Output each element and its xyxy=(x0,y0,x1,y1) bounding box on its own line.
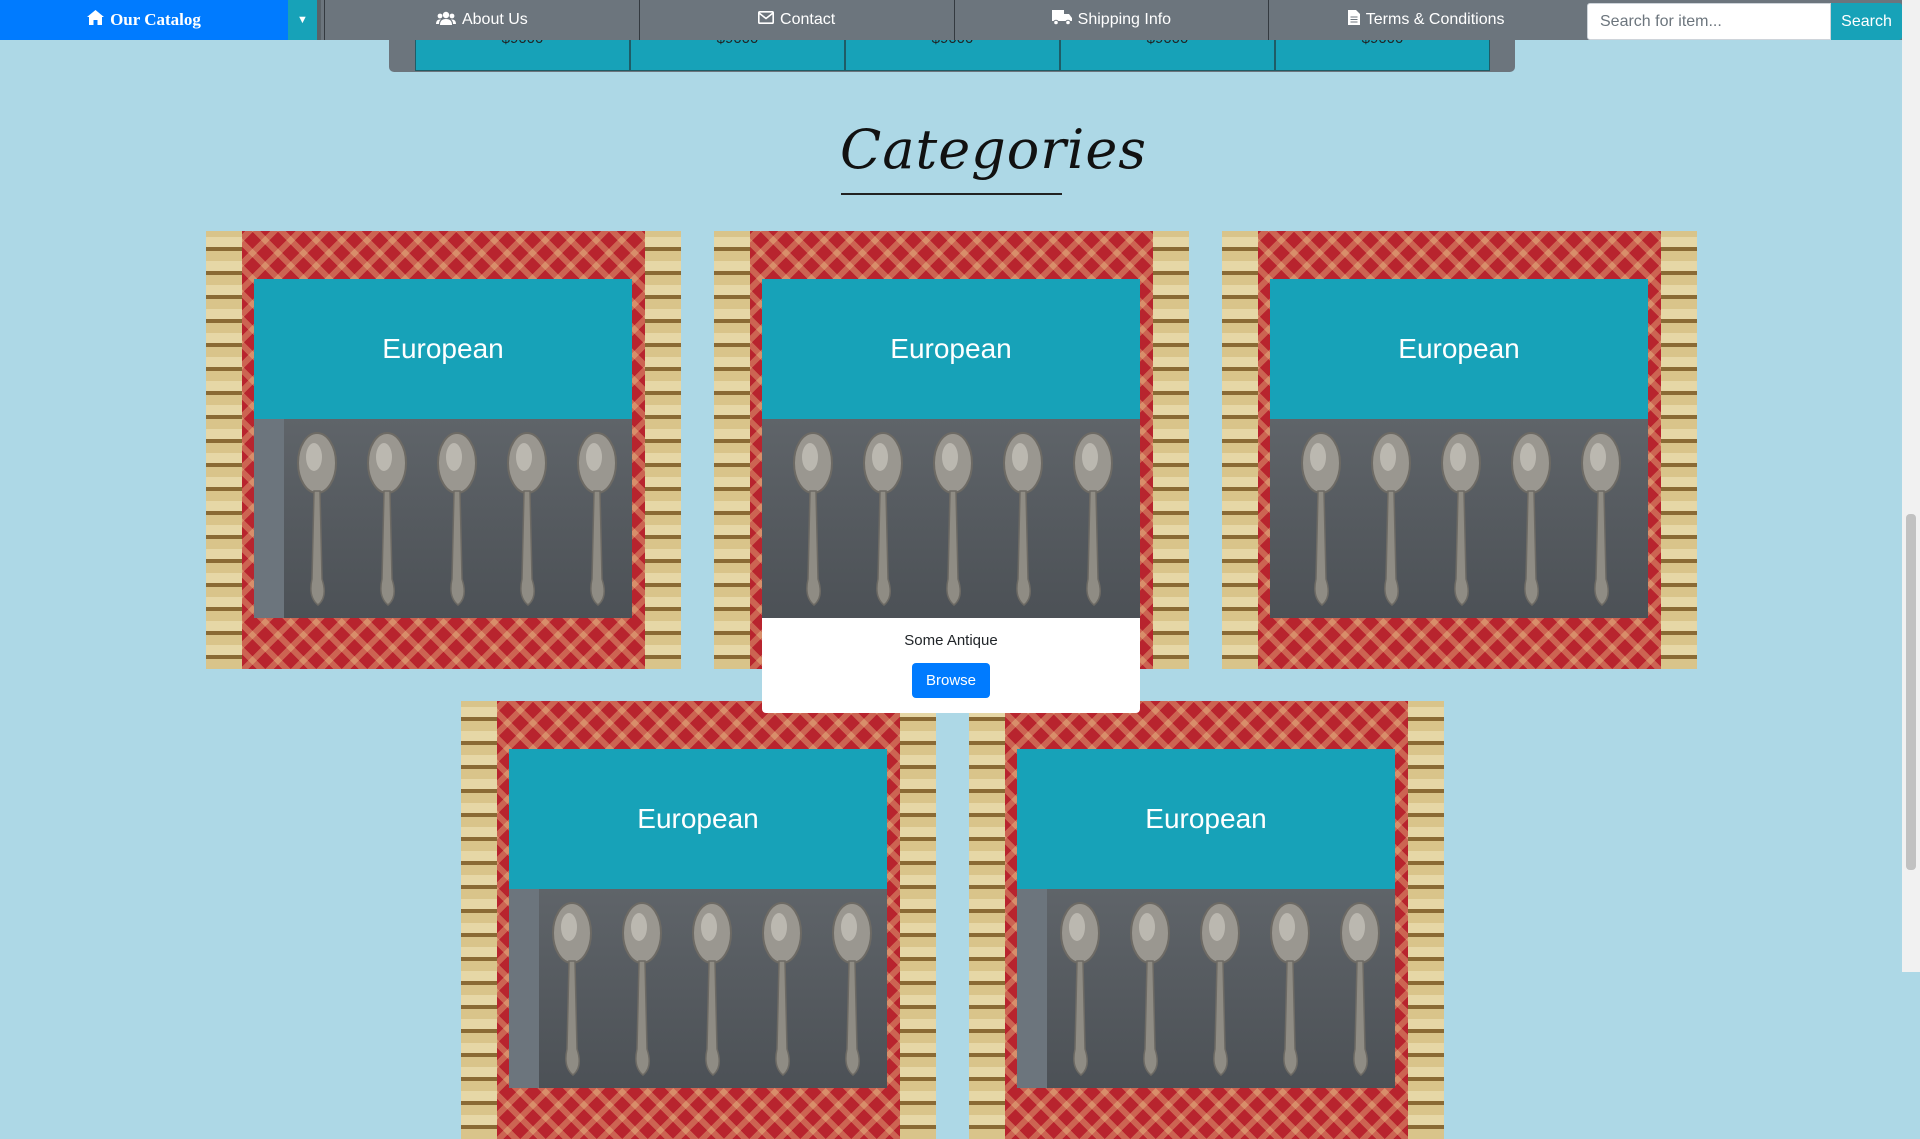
price-cell: $9000 xyxy=(630,36,845,71)
search-form: Search xyxy=(1583,0,1902,40)
card-image xyxy=(509,889,887,1088)
card-title: European xyxy=(762,279,1140,419)
nav-items: About Us Contact Shipping Info Terms & C… xyxy=(324,0,1583,40)
users-icon xyxy=(435,11,456,30)
spoon-image xyxy=(434,429,480,609)
categories-heading: Categories xyxy=(840,118,1147,181)
card-content: European xyxy=(254,279,632,618)
nav-item-label: Terms & Conditions xyxy=(1365,11,1505,28)
price-cell: $9000 xyxy=(845,36,1060,71)
file-icon xyxy=(1347,10,1360,30)
card-title: European xyxy=(1017,749,1395,889)
card-image xyxy=(762,419,1140,618)
spoon-image xyxy=(1070,429,1116,609)
category-card[interactable]: European xyxy=(461,701,936,1139)
spoon-image xyxy=(1578,429,1624,609)
search-button[interactable]: Search xyxy=(1831,3,1902,40)
category-card[interactable]: European xyxy=(206,231,681,669)
spoon-image xyxy=(1438,429,1484,609)
spoon-image xyxy=(549,899,595,1079)
spoon-image xyxy=(1057,899,1103,1079)
nav-item-label: About Us xyxy=(461,11,528,28)
spoon-image xyxy=(689,899,735,1079)
card-body: Some Antique Browse xyxy=(762,618,1140,713)
price-cell: $9000 xyxy=(1275,36,1490,71)
nav-item-shipping-info[interactable]: Shipping Info xyxy=(953,0,1269,40)
nav-item-label: Contact xyxy=(780,11,836,28)
spoon-image xyxy=(574,429,620,609)
price-cell: $9000 xyxy=(1060,36,1275,71)
card-content: European Some Antique Browse xyxy=(762,279,1140,713)
nav-item-contact[interactable]: Contact xyxy=(638,0,954,40)
spoon-image xyxy=(1368,429,1414,609)
home-icon xyxy=(87,10,105,30)
caret-down-icon: ▼ xyxy=(297,14,308,26)
card-image xyxy=(254,419,632,618)
category-card[interactable]: European Some Antique Browse xyxy=(714,231,1189,713)
card-image xyxy=(1270,419,1648,618)
card-title: European xyxy=(509,749,887,889)
card-title: European xyxy=(254,279,632,419)
spoon-image xyxy=(1000,429,1046,609)
card-text: Some Antique xyxy=(904,632,998,649)
heading-underline xyxy=(841,193,1062,195)
card-content: European xyxy=(509,749,887,1088)
spoon-image xyxy=(1127,899,1173,1079)
spoon-image xyxy=(829,899,875,1079)
spoon-image xyxy=(364,429,410,609)
spoon-image xyxy=(1337,899,1383,1079)
card-title: European xyxy=(1270,279,1648,419)
card-content: European xyxy=(1270,279,1648,618)
price-cell: $9000 xyxy=(415,36,630,71)
browse-button[interactable]: Browse xyxy=(911,663,991,698)
brand-dropdown-toggle[interactable]: ▼ xyxy=(288,0,321,40)
nav-item-label: Shipping Info xyxy=(1077,11,1172,28)
nav-item-terms[interactable]: Terms & Conditions xyxy=(1268,0,1583,40)
scrollbar-thumb[interactable] xyxy=(1906,514,1916,870)
top-navbar: Our Catalog ▼ About Us Contact Shipping … xyxy=(0,0,1902,40)
category-card[interactable]: European xyxy=(1222,231,1697,669)
spoon-image xyxy=(1197,899,1243,1079)
nav-item-about-us[interactable]: About Us xyxy=(324,0,639,40)
spoon-image xyxy=(294,429,340,609)
page-scrollbar[interactable] xyxy=(1902,0,1920,972)
card-image xyxy=(1017,889,1395,1088)
truck-icon xyxy=(1051,10,1072,30)
envelope-icon xyxy=(758,11,775,29)
spoon-image xyxy=(504,429,550,609)
spoon-image xyxy=(759,899,805,1079)
spoon-image xyxy=(790,429,836,609)
search-input[interactable] xyxy=(1587,3,1831,40)
spoon-image xyxy=(619,899,665,1079)
spoon-image xyxy=(930,429,976,609)
spoon-image xyxy=(1508,429,1554,609)
spoon-image xyxy=(1298,429,1344,609)
brand-link[interactable]: Our Catalog xyxy=(0,0,288,40)
category-card[interactable]: European xyxy=(969,701,1444,1139)
spoon-image xyxy=(860,429,906,609)
brand-label: Our Catalog xyxy=(110,10,201,29)
card-content: European xyxy=(1017,749,1395,1088)
price-table-row: $9000 $9000 $9000 $9000 $9000 xyxy=(415,36,1490,71)
spoon-image xyxy=(1267,899,1313,1079)
